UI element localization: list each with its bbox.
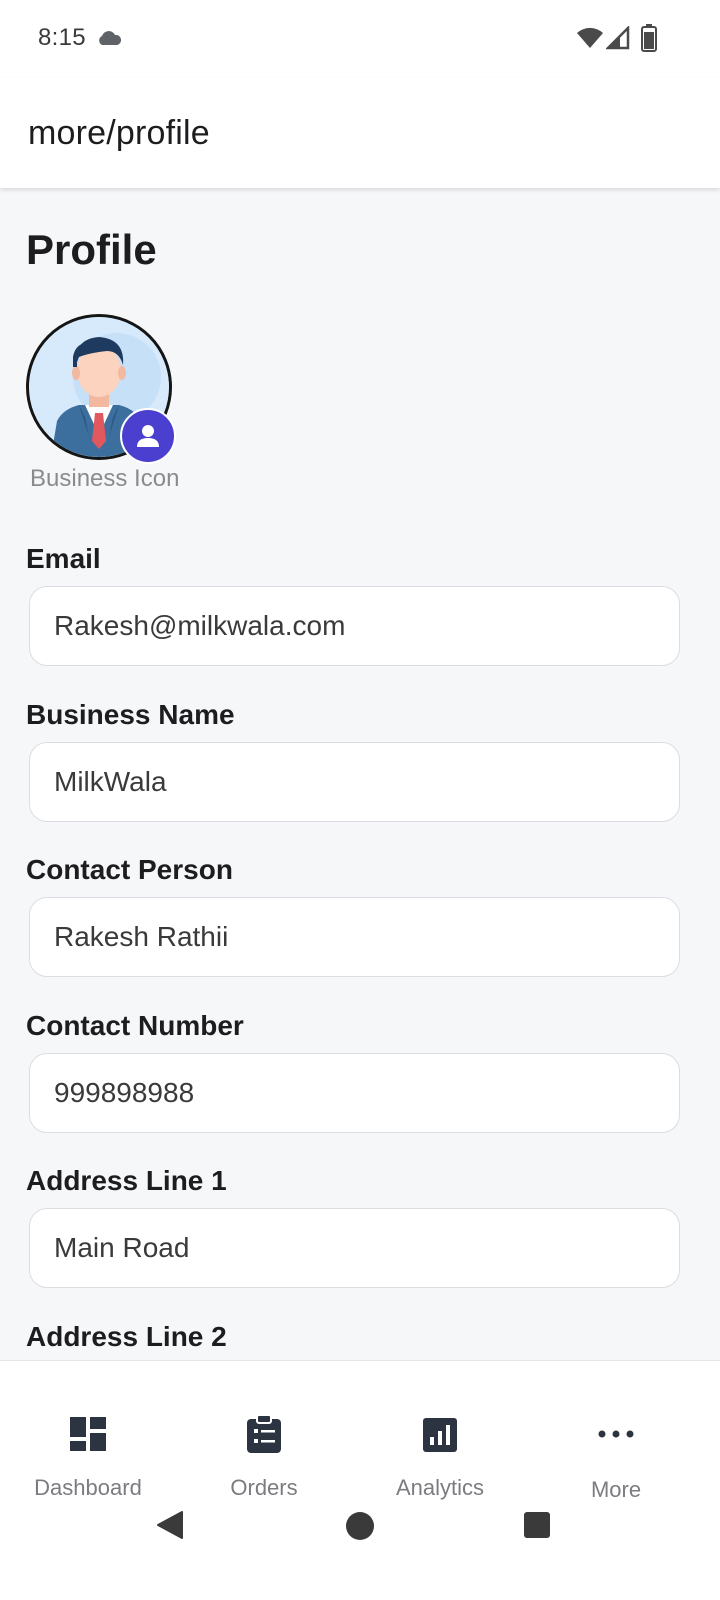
signal-icon [606,26,630,50]
battery-icon [641,24,657,52]
contact-number-field[interactable] [29,1053,680,1133]
more-dots-icon [598,1430,634,1438]
contact-person-field[interactable] [29,897,680,977]
address-line-2-label: Address Line 2 [26,1321,227,1352]
home-icon[interactable] [345,1511,375,1541]
nav-label-analytics: Analytics [395,1475,485,1500]
nav-item-more[interactable]: More [528,1411,704,1502]
business-avatar[interactable] [26,314,176,464]
profile-content[interactable]: Profile Business Icon Email Rakesh@milkw… [0,188,720,1360]
status-time: 8:15 [38,24,86,51]
bottom-nav: Dashboard Orders Analytics More [0,1360,720,1600]
business-name-field[interactable] [29,742,680,822]
dashboard-icon [70,1417,106,1451]
address-line-1-label: Address Line 1 [26,1165,227,1196]
nav-item-orders[interactable]: Orders [176,1411,352,1501]
cloud-icon [99,31,122,45]
nav-label-dashboard: Dashboard [34,1475,142,1500]
nav-item-dashboard[interactable]: Dashboard [0,1411,176,1501]
address-line-1-field[interactable] [29,1208,680,1288]
avatar-caption: Business Icon [30,465,180,492]
system-navigation-bar [0,1500,720,1560]
nav-label-orders: Orders [230,1475,298,1500]
person-icon [137,425,159,447]
contact-number-label: Contact Number [26,1010,244,1041]
bar-chart-icon [423,1418,457,1452]
recents-icon[interactable] [524,1512,550,1538]
status-bar: 8:15 [0,0,720,78]
email-field[interactable] [29,586,680,666]
email-label: Email [26,543,101,574]
nav-item-analytics[interactable]: Analytics [352,1411,528,1501]
app-bar-title: more/profile [28,114,210,152]
clipboard-list-icon [247,1415,281,1453]
contact-person-label: Contact Person [26,854,233,885]
page-title: Profile [26,226,157,273]
app-bar: more/profile [0,78,720,188]
business-name-label: Business Name [26,699,235,730]
wifi-icon [577,27,603,48]
back-icon[interactable] [156,1510,184,1540]
change-avatar-button[interactable] [120,408,176,464]
